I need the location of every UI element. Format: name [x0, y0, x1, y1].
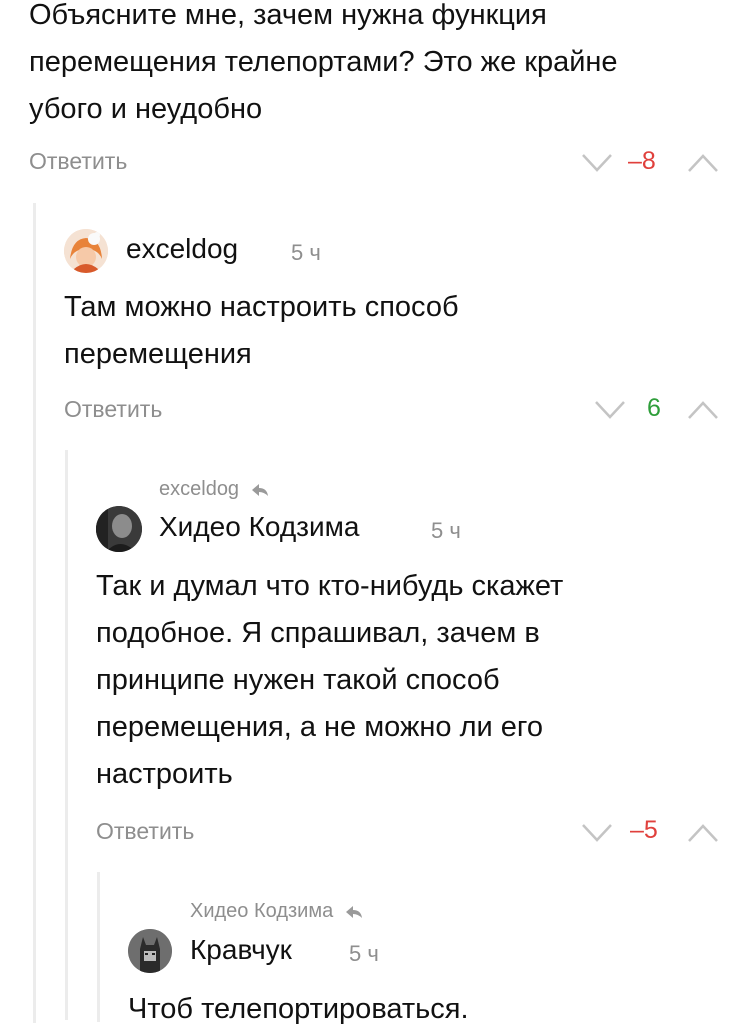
root-comment-line: Объясните мне, зачем нужна функция: [29, 0, 547, 31]
comment-time[interactable]: 5 ч: [431, 518, 461, 544]
comment-line: подобное. Я спрашивал, зачем в: [96, 617, 540, 649]
avatar-image: [64, 229, 108, 273]
comment-time[interactable]: 5 ч: [349, 941, 379, 967]
reply-arrow-icon: [345, 905, 362, 918]
comment-line: настроить: [96, 758, 233, 790]
comment-line: перемещения, а не можно ли его: [96, 711, 543, 743]
comment-text: Там можно настроить способ перемещения: [64, 284, 734, 378]
parent-author: Хидео Кодзима: [190, 900, 334, 922]
comment-time[interactable]: 5 ч: [291, 240, 321, 266]
root-comment-line: перемещения телепортами? Это же крайне: [29, 46, 618, 78]
parent-comment-link[interactable]: Хидео Кодзима: [190, 900, 363, 923]
comment-text: Чтоб телепортироваться.: [128, 986, 728, 1033]
avatar[interactable]: [96, 506, 142, 552]
downvote-icon[interactable]: [580, 152, 614, 174]
rating-score: –8: [628, 147, 656, 175]
comment-line: Чтоб телепортироваться.: [128, 993, 469, 1025]
upvote-icon[interactable]: [686, 822, 720, 844]
rating-score: –5: [630, 816, 658, 844]
comment-author[interactable]: Хидео Кодзима: [159, 511, 359, 543]
comment-text: Так и думал что кто-нибудь скажет подобн…: [96, 563, 736, 798]
avatar[interactable]: [128, 929, 172, 973]
root-comment-text: Объясните мне, зачем нужна функция перем…: [29, 0, 739, 133]
comment-author[interactable]: Кравчук: [190, 934, 292, 966]
upvote-icon[interactable]: [686, 152, 720, 174]
comment-line: перемещения: [64, 338, 252, 370]
comment-line: Так и думал что кто-нибудь скажет: [96, 570, 564, 602]
downvote-icon[interactable]: [580, 822, 614, 844]
parent-comment-link[interactable]: exceldog: [159, 478, 269, 501]
reply-button[interactable]: Ответить: [64, 396, 162, 423]
thread-line-level-3[interactable]: [97, 872, 100, 1022]
thread-line-level-1[interactable]: [33, 203, 36, 1023]
parent-author: exceldog: [159, 478, 240, 500]
avatar-image: [128, 929, 172, 973]
upvote-icon[interactable]: [686, 399, 720, 421]
avatar[interactable]: [64, 229, 108, 273]
rating-score: 6: [647, 394, 661, 422]
comment-line: принципе нужен такой способ: [96, 664, 500, 696]
comment-author[interactable]: exceldog: [126, 233, 238, 265]
thread-line-level-2[interactable]: [65, 450, 68, 1020]
downvote-icon[interactable]: [593, 399, 627, 421]
avatar-image: [96, 506, 142, 552]
reply-button[interactable]: Ответить: [29, 148, 127, 175]
root-comment-line: убого и неудобно: [29, 93, 263, 125]
reply-button[interactable]: Ответить: [96, 818, 194, 845]
comment-line: Там можно настроить способ: [64, 291, 459, 323]
reply-arrow-icon: [251, 483, 268, 496]
